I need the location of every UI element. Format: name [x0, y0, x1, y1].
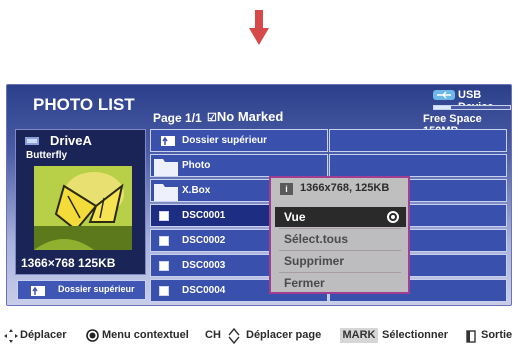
list-item[interactable]: Dossier supérieur — [150, 129, 328, 152]
ok-button-icon — [86, 329, 99, 342]
list-item-label: X.Box — [182, 185, 211, 196]
checkbox-icon: ☑ — [207, 112, 217, 124]
panel-title: PHOTO LIST — [33, 95, 135, 114]
storage-bar — [433, 105, 511, 110]
menu-item-label: Vue — [284, 210, 306, 224]
list-item-empty — [329, 154, 507, 177]
folder-up-icon — [161, 136, 175, 146]
help-select: Sélectionner — [382, 329, 449, 341]
info-icon: i — [280, 183, 293, 195]
ch-updown-icon — [228, 327, 240, 345]
folder-icon — [154, 159, 178, 176]
preview-file-name: Butterfly — [26, 150, 68, 161]
help-exit: Sortie — [481, 329, 513, 341]
parent-folder-button[interactable]: Dossier supérieur — [17, 280, 146, 300]
menu-item-select-all[interactable]: Sélect.tous — [275, 229, 406, 249]
drive-icon — [25, 137, 39, 145]
menu-item-label: Fermer — [284, 276, 325, 290]
context-menu-header: i 1366x768, 125KB — [271, 178, 408, 200]
list-item-label: DSC0002 — [182, 235, 226, 246]
list-item-label: Dossier supérieur — [182, 135, 268, 146]
list-item-label: DSC0001 — [182, 210, 226, 221]
menu-item-close[interactable]: Fermer — [275, 273, 406, 293]
menu-item-view[interactable]: Vue — [275, 207, 406, 227]
checkbox-icon[interactable] — [159, 211, 169, 221]
storage-bar-fill — [434, 106, 451, 109]
list-item[interactable]: Photo — [150, 154, 328, 177]
preview-panel: DriveA Butterfly 1366×768 125KB — [15, 129, 146, 275]
menu-item-label: Sélect.tous — [284, 232, 349, 246]
parent-folder-label: Dossier supérieur — [58, 284, 135, 294]
mark-key-badge: MARK — [340, 328, 378, 343]
checkbox-icon[interactable] — [159, 261, 169, 271]
no-marked-label: No Marked — [216, 109, 284, 124]
context-menu-header-label: 1366x768, 125KB — [300, 182, 390, 194]
checkbox-icon[interactable] — [159, 286, 169, 296]
list-item-label: DSC0003 — [182, 260, 226, 271]
menu-item-label: Supprimer — [284, 254, 345, 268]
radio-selected-icon — [387, 211, 399, 223]
list-item-empty — [329, 129, 507, 152]
page-info: Page 1/1 — [153, 111, 202, 125]
help-bar: Déplacer Menu contextuel CH Déplacer pag… — [0, 326, 518, 346]
drive-name: DriveA — [50, 133, 92, 148]
folder-icon — [154, 184, 178, 201]
checkbox-icon[interactable] — [159, 236, 169, 246]
folder-up-icon — [31, 286, 45, 296]
context-menu: i 1366x768, 125KB Vue Sélect.tous Suppri… — [269, 176, 410, 294]
preview-resolution-size: 1366×768 125KB — [21, 256, 116, 270]
menu-item-delete[interactable]: Supprimer — [275, 251, 406, 271]
help-context-menu: Menu contextuel — [102, 329, 189, 341]
down-arrow-icon — [249, 10, 269, 45]
photo-list-panel: PHOTO LIST Page 1/1 ☑No Marked USB Devic… — [6, 84, 512, 306]
dpad-arrows-icon — [4, 329, 18, 343]
butterfly-thumbnail — [34, 166, 132, 250]
help-ch: CH — [205, 329, 221, 341]
usb-icon — [433, 90, 455, 100]
list-item-label: Photo — [182, 160, 211, 171]
exit-icon — [466, 330, 476, 343]
no-marked-indicator: ☑No Marked — [207, 109, 283, 124]
help-move: Déplacer — [20, 329, 67, 341]
help-move-page: Déplacer page — [246, 329, 322, 341]
list-item-label: DSC0004 — [182, 285, 226, 296]
